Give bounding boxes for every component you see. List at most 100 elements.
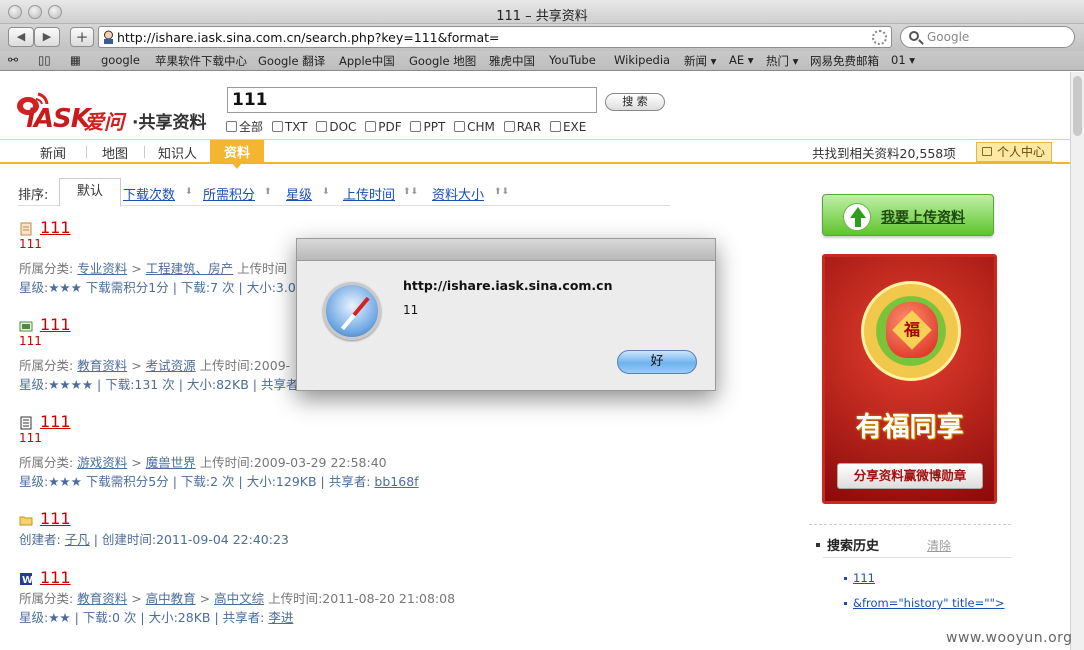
sharer-link[interactable]: 李进 (268, 610, 293, 625)
bookmark-folder[interactable]: 新闻 ▾ (684, 53, 716, 69)
bookmark-item[interactable]: Google 地图 (409, 53, 476, 69)
promo-cta-button[interactable]: 分享资料赢微博勋章 (837, 463, 983, 489)
bookmark-item[interactable]: Google 翻译 (258, 53, 325, 69)
reading-glasses-icon[interactable]: ⚯ (8, 53, 18, 67)
result-title[interactable]: 111 (40, 412, 71, 431)
format-filter-exe[interactable]: EXE (549, 120, 586, 134)
result-title[interactable]: 111 (40, 315, 71, 334)
bookmarks-book-icon[interactable]: ▯▯ (38, 53, 51, 67)
result-meta: 星级:★★★ 下载需积分1分 | 下载:7 次 | 大小:3.0 (19, 280, 296, 295)
add-bookmark-button[interactable]: + (70, 27, 94, 47)
bookmarks-bar: ⚯ ▯▯ ▦ google 苹果软件下载中心 Google 翻译 Apple中国… (0, 51, 1084, 71)
user-center-button[interactable]: 个人中心 (976, 142, 1053, 162)
format-filter-doc[interactable]: DOC (316, 120, 356, 134)
history-item[interactable]: 111 (853, 571, 875, 585)
dialog-titlebar (297, 239, 715, 261)
category-link[interactable]: 教育资料 (77, 591, 127, 606)
category-link[interactable]: 魔兽世界 (146, 455, 196, 470)
bookmark-item[interactable]: 苹果软件下载中心 (155, 53, 247, 69)
history-item[interactable]: &from="history" title=""> (853, 596, 1005, 610)
channel-tabs: 新闻 地图 知识人 资料 共找到相关资料20,558项 个人中心 (0, 140, 1070, 169)
upload-button[interactable]: 我要上传资料 (822, 194, 994, 236)
creator-link[interactable]: 子凡 (65, 532, 90, 547)
format-filter-ppt[interactable]: PPT (410, 120, 445, 134)
format-filter-chm[interactable]: CHM (454, 120, 495, 134)
category-link[interactable]: 教育资料 (77, 358, 127, 373)
format-filter-all[interactable]: 全部 (226, 120, 263, 134)
format-filter-pdf[interactable]: PDF (365, 120, 402, 134)
checkbox[interactable] (316, 121, 328, 132)
sharer-link[interactable]: bb168f (374, 474, 418, 489)
sort-by-size[interactable]: 资料大小 (432, 184, 484, 203)
tab-divider (86, 146, 87, 158)
bookmark-item[interactable]: YouTube (549, 53, 596, 67)
result-snippet: 111 (19, 237, 42, 251)
bookmark-folder[interactable]: 01 ▾ (891, 53, 915, 67)
address-bar[interactable]: http://ishare.iask.sina.com.cn/search.ph… (98, 26, 892, 48)
category-link[interactable]: 高中教育 (146, 591, 196, 606)
safari-compass-icon (323, 282, 381, 340)
category-link[interactable]: 专业资料 (77, 261, 127, 276)
format-filters: 全部 TXT DOC PDF PPT CHM RAR EXE (226, 118, 591, 135)
upload-arrow-icon (843, 203, 871, 231)
ok-button[interactable]: 好 (617, 350, 697, 374)
sort-up-arrow-icon[interactable]: ⬆ (264, 187, 272, 197)
window-title: 111 – 共享资料 (496, 9, 588, 24)
tab-ziliao[interactable]: 资料 (210, 140, 265, 169)
result-snippet: 111 (19, 334, 42, 348)
category-link[interactable]: 高中文综 (214, 591, 264, 606)
sort-by-downloads[interactable]: 下载次数 (123, 184, 175, 203)
bookmark-folder[interactable]: 热门 ▾ (766, 53, 798, 69)
sort-updown-arrow-icon[interactable]: ⬆⬇ (403, 187, 418, 197)
sort-down-arrow-icon[interactable]: ⬇ (185, 187, 193, 197)
category-link[interactable]: 考试资源 (146, 358, 196, 373)
checkbox[interactable] (503, 121, 515, 132)
google-search-input[interactable]: Google (900, 26, 1075, 48)
top-sites-grid-icon[interactable]: ▦ (70, 53, 81, 67)
bookmark-item[interactable]: 网易免费邮箱 (810, 53, 879, 69)
txt-file-icon (20, 222, 32, 236)
result-item: 111 创建者: 子凡 | 创建时间:2011-09-04 22:40:23 (19, 509, 479, 549)
tab-news[interactable]: 新闻 (40, 143, 66, 162)
result-title[interactable]: 111 (40, 568, 71, 587)
sort-by-stars[interactable]: 星级 (286, 184, 312, 203)
category-link[interactable]: 工程建筑、房产 (146, 261, 234, 276)
checkbox[interactable] (549, 121, 561, 132)
category-link[interactable]: 游戏资料 (77, 455, 127, 470)
promo-banner[interactable]: 福 有福同享 分享资料赢微博勋章 (822, 254, 997, 504)
checkbox[interactable] (271, 121, 283, 132)
site-search-input[interactable]: 111 (227, 87, 597, 113)
result-title[interactable]: 111 (40, 218, 71, 237)
result-item: 111 111 所属分类: 专业资料 > 工程建筑、房产 上传时间 星级:★★★… (19, 218, 319, 296)
format-filter-rar[interactable]: RAR (503, 120, 541, 134)
checkbox[interactable] (226, 121, 237, 132)
format-filter-txt[interactable]: TXT (271, 120, 308, 134)
bookmark-item[interactable]: Apple中国 (339, 53, 395, 69)
sort-default-tab[interactable]: 默认 (59, 178, 121, 207)
iask-logo[interactable]: iASK 爱问 ·共享资料 (14, 90, 219, 138)
back-button[interactable]: ◀ (8, 27, 34, 47)
result-item: 111 111 所属分类: 教育资料 > 考试资源 上传时间:2009- 星级:… (19, 315, 319, 393)
bookmark-item[interactable]: 雅虎中国 (489, 53, 535, 69)
checkbox[interactable] (365, 121, 377, 132)
sort-by-upload-time[interactable]: 上传时间 (343, 184, 395, 203)
history-clear-link[interactable]: 清除 (927, 537, 951, 554)
sort-by-points[interactable]: 所需积分 (203, 184, 255, 203)
site-search-button[interactable]: 搜 索 (605, 93, 665, 111)
medal-icon: 福 (861, 281, 961, 381)
result-category: 所属分类: 游戏资料 > 魔兽世界 上传时间:2009-03-29 22:58:… (19, 455, 387, 470)
bookmark-item[interactable]: google (101, 53, 140, 67)
tab-zhishiren[interactable]: 知识人 (158, 143, 197, 162)
sort-updown-arrow-icon[interactable]: ⬆⬇ (494, 187, 509, 197)
vertical-scrollbar[interactable] (1070, 72, 1084, 650)
result-title[interactable]: 111 (40, 509, 71, 528)
bookmark-item[interactable]: Wikipedia (614, 53, 670, 67)
tab-map[interactable]: 地图 (102, 143, 128, 162)
checkbox[interactable] (410, 121, 422, 132)
window-titlebar: 111 – 共享资料 (0, 0, 1084, 24)
scrollbar-thumb[interactable] (1073, 76, 1082, 136)
forward-button[interactable]: ▶ (34, 27, 60, 47)
bookmark-folder[interactable]: AE ▾ (729, 53, 754, 67)
checkbox[interactable] (454, 121, 466, 132)
sort-down-arrow-icon[interactable]: ⬇ (322, 187, 330, 197)
